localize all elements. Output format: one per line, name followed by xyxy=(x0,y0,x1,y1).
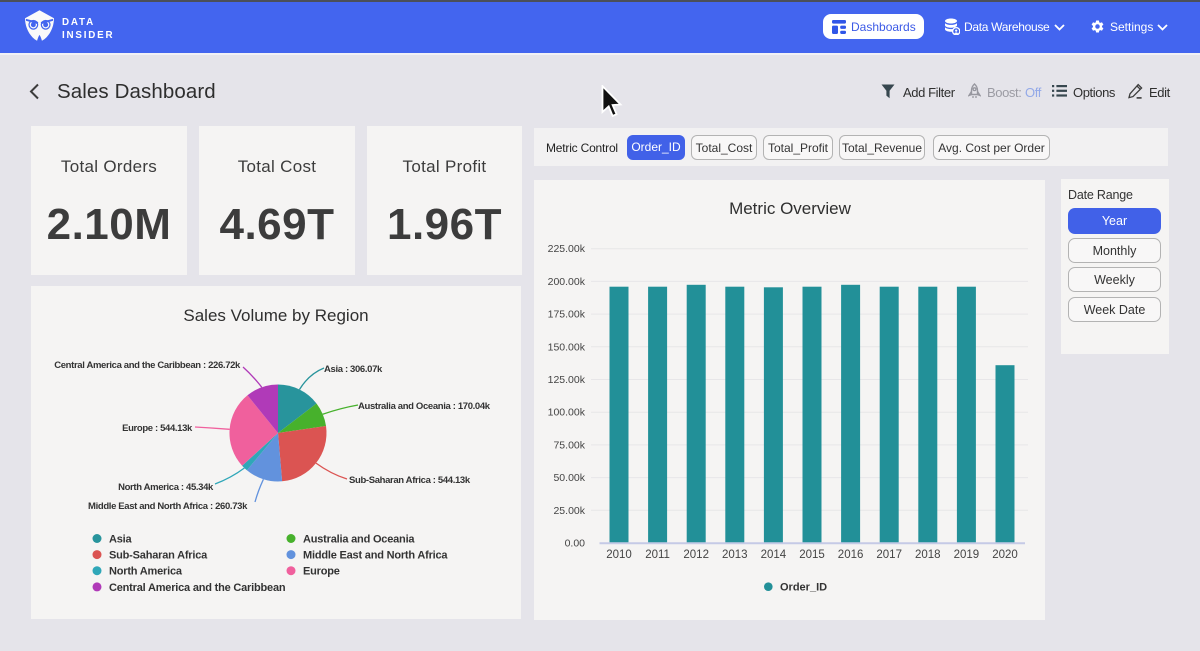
svg-text:150.00k: 150.00k xyxy=(548,341,586,353)
svg-text:Europe: Europe xyxy=(303,566,340,578)
svg-text:200.00k: 200.00k xyxy=(548,276,586,288)
svg-text:Australia and Oceania: Australia and Oceania xyxy=(303,534,415,546)
svg-text:Middle East and North Africa :: Middle East and North Africa : 260.73k xyxy=(88,501,248,512)
svg-text:2011: 2011 xyxy=(645,549,670,561)
svg-text:2018: 2018 xyxy=(915,549,941,561)
svg-text:125.00k: 125.00k xyxy=(548,374,586,386)
svg-text:100.00k: 100.00k xyxy=(548,407,586,419)
svg-text:2013: 2013 xyxy=(722,549,748,561)
svg-text:2020: 2020 xyxy=(992,549,1018,561)
svg-text:2017: 2017 xyxy=(876,549,902,561)
svg-text:0.00: 0.00 xyxy=(565,538,586,550)
svg-text:2014: 2014 xyxy=(761,549,787,561)
svg-text:Metric Overview: Metric Overview xyxy=(729,199,852,218)
svg-text:2012: 2012 xyxy=(683,549,709,561)
svg-text:2016: 2016 xyxy=(838,549,864,561)
svg-text:225.00k: 225.00k xyxy=(548,243,586,255)
svg-text:Middle East and North Africa: Middle East and North Africa xyxy=(303,550,448,562)
svg-text:Asia : 306.07k: Asia : 306.07k xyxy=(324,364,383,375)
svg-text:Sub-Saharan Africa : 544.13k: Sub-Saharan Africa : 544.13k xyxy=(349,475,471,486)
svg-text:North America: North America xyxy=(109,566,183,578)
svg-text:175.00k: 175.00k xyxy=(548,309,586,321)
svg-text:North America : 45.34k: North America : 45.34k xyxy=(118,482,214,493)
svg-text:Central America and the Caribb: Central America and the Caribbean : 226.… xyxy=(54,360,241,371)
svg-text:Sub-Saharan Africa: Sub-Saharan Africa xyxy=(109,550,208,562)
svg-text:Order_ID: Order_ID xyxy=(780,582,827,594)
svg-text:25.00k: 25.00k xyxy=(553,505,585,517)
svg-text:Asia: Asia xyxy=(109,534,133,546)
svg-text:75.00k: 75.00k xyxy=(553,439,585,451)
svg-text:2019: 2019 xyxy=(954,549,980,561)
svg-text:2015: 2015 xyxy=(799,549,825,561)
svg-text:Sales Volume by Region: Sales Volume by Region xyxy=(183,306,368,325)
svg-text:Australia and Oceania : 170.04: Australia and Oceania : 170.04k xyxy=(358,401,491,412)
svg-text:Europe : 544.13k: Europe : 544.13k xyxy=(122,423,193,434)
svg-text:2010: 2010 xyxy=(606,549,632,561)
svg-text:Central America and the Caribb: Central America and the Caribbean xyxy=(109,582,286,594)
svg-text:50.00k: 50.00k xyxy=(553,472,585,484)
